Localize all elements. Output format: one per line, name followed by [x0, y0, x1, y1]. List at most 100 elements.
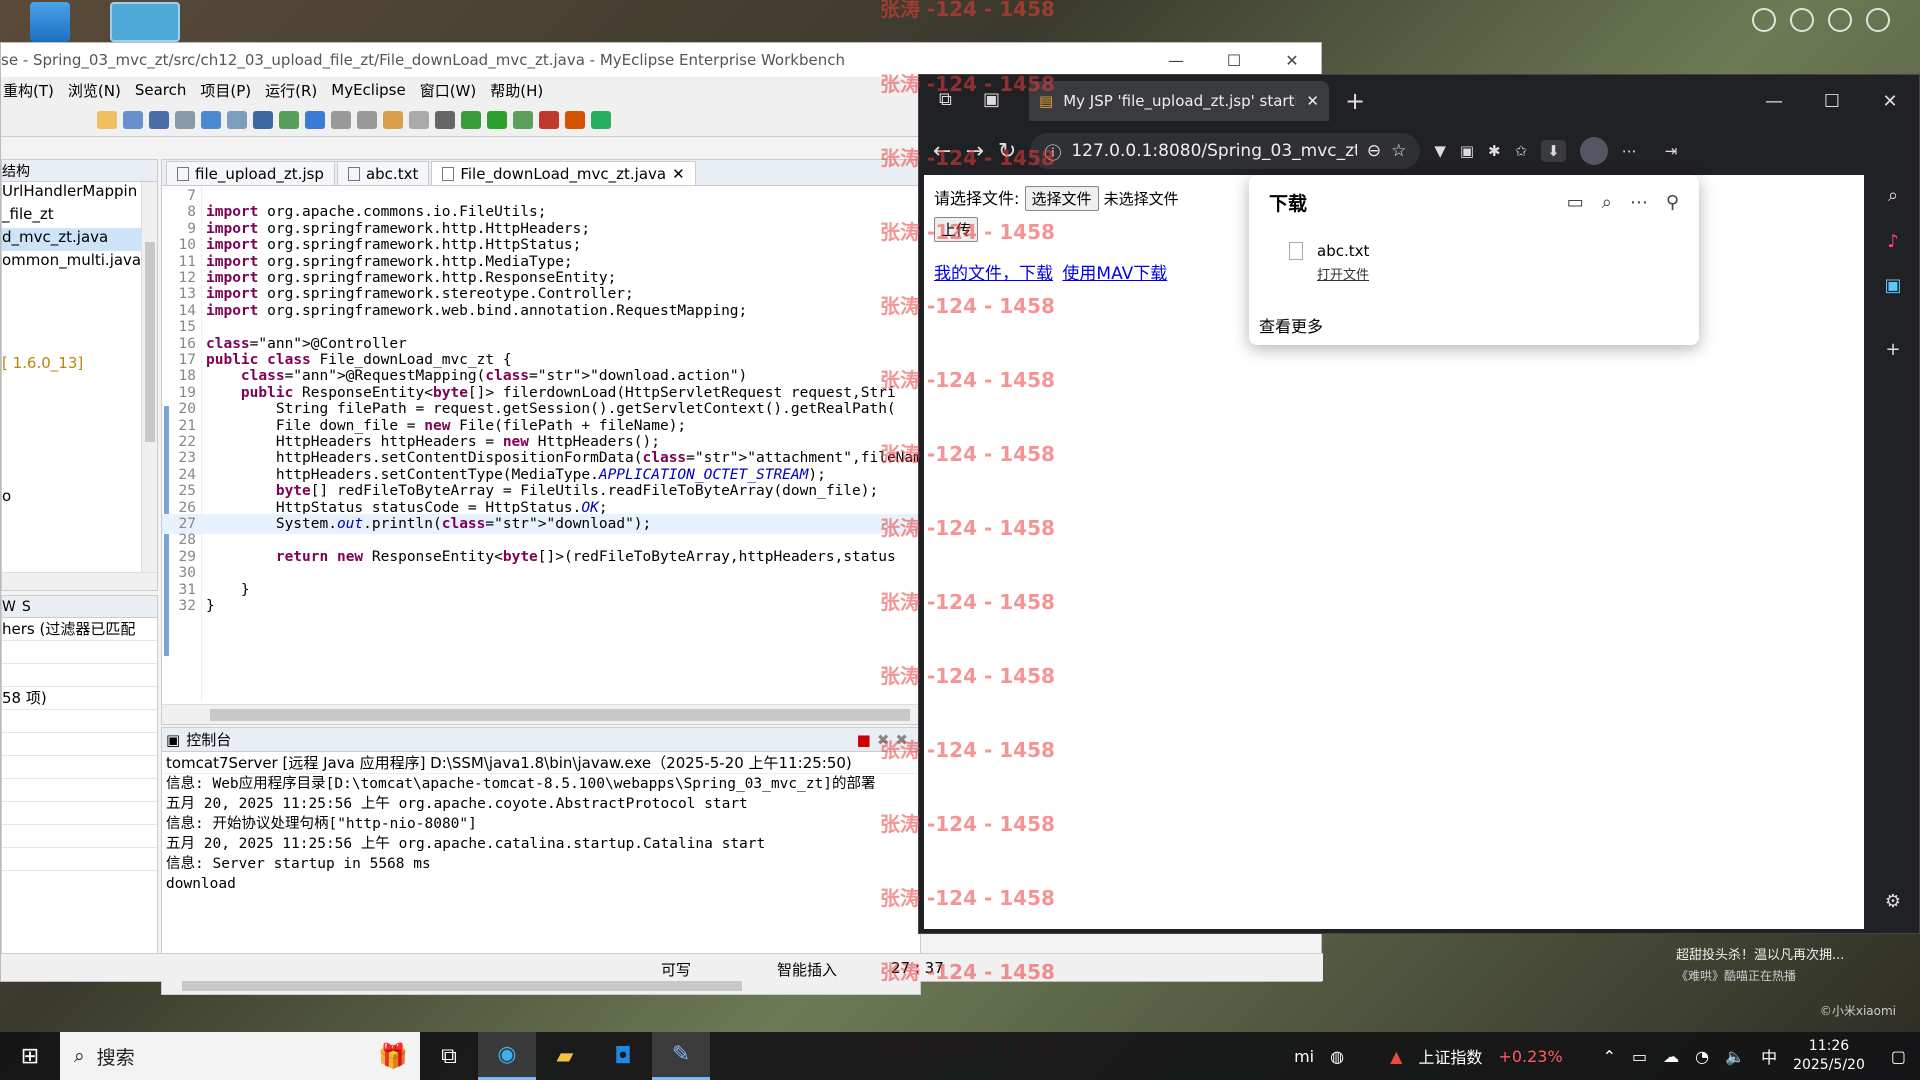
scroll-thumb[interactable] [210, 709, 910, 721]
remove-launch-icon[interactable]: ✖ [877, 731, 890, 749]
forward-icon[interactable]: → [965, 139, 983, 164]
run-config-icon[interactable] [513, 110, 533, 129]
horizontal-scrollbar[interactable] [2, 572, 157, 590]
menu-project[interactable]: 项目(P) [200, 80, 251, 101]
console-tab[interactable]: 控制台 [186, 729, 231, 750]
volume-icon[interactable]: 🔈 [1725, 1047, 1745, 1066]
refresh-icon[interactable] [409, 110, 429, 129]
new-tab-icon[interactable]: + [1345, 87, 1365, 115]
new-project-icon[interactable] [279, 110, 299, 129]
tab-file-upload-jsp[interactable]: file_upload_zt.jsp [166, 161, 335, 185]
tray-top-icon-3[interactable] [1828, 8, 1852, 32]
file-explorer-icon[interactable]: ▰ [536, 1032, 594, 1080]
list-item[interactable]: _file_zt [2, 205, 157, 228]
print-icon[interactable] [175, 110, 195, 129]
pin-icon[interactable]: ⚲ [1666, 192, 1679, 213]
choose-file-button[interactable]: 选择文件 [1024, 186, 1099, 211]
zoom-icon[interactable]: ⊖ [1367, 141, 1381, 161]
close-tab-icon[interactable]: ✕ [1306, 92, 1319, 110]
tray-top-icon-2[interactable] [1790, 8, 1814, 32]
scroll-thumb[interactable] [145, 242, 155, 442]
menu-search[interactable]: Search [135, 81, 187, 99]
list-item[interactable]: o [2, 487, 157, 510]
more-menu-icon[interactable]: ⋯ [1622, 142, 1637, 160]
editor-body[interactable]: 7 8 import org.apache.commons.io.FileUtils… [162, 186, 920, 702]
table-row[interactable] [2, 848, 157, 871]
table-row[interactable] [2, 664, 157, 687]
extension-icon[interactable]: ▣ [1460, 142, 1474, 160]
browser-tab[interactable]: ▤ My JSP 'file_upload_zt.jsp' starting ✕ [1029, 81, 1329, 121]
browser-icon[interactable] [305, 110, 325, 129]
menu-window[interactable]: 窗口(W) [420, 80, 477, 101]
notification-toast[interactable]: 超甜投头杀！温以凡再次拥... 《难哄》酷喵正在热播 ©小米xiaomi [1676, 944, 1896, 1019]
open-file-link[interactable]: 打开文件 [1317, 264, 1369, 283]
menu-myeclipse[interactable]: MyEclipse [331, 81, 405, 99]
sidebar-toggle-icon[interactable]: ⇥ [1665, 142, 1678, 160]
close-button[interactable]: ✕ [1263, 51, 1321, 70]
wifi-icon[interactable]: ◔ [1695, 1047, 1709, 1066]
address-bar[interactable]: ⓘ 127.0.0.1:8080/Spring_03_mvc_zt/file_u… [1030, 133, 1421, 169]
more-icon[interactable]: ⋯ [1630, 192, 1648, 213]
list-item-selected[interactable]: d_mvc_zt.java [2, 228, 157, 251]
tiktok-icon[interactable]: ♪ [1881, 231, 1905, 255]
table-row[interactable] [2, 779, 157, 802]
table-row[interactable] [2, 710, 157, 733]
list-item[interactable]: UrlHandlerMappin [2, 182, 157, 205]
terminate-icon[interactable]: ■ [857, 731, 871, 749]
minimize-button[interactable]: — [1147, 51, 1205, 70]
start-button[interactable]: ⊞ [0, 1044, 60, 1069]
table-row[interactable] [2, 733, 157, 756]
download-file-name[interactable]: abc.txt [1317, 242, 1369, 260]
deploy-icon[interactable] [201, 110, 221, 129]
bilibili-icon[interactable]: ▣ [1881, 275, 1905, 299]
save-icon[interactable] [123, 110, 143, 129]
close-tab-icon[interactable]: ✕ [672, 165, 685, 183]
ime-indicator[interactable]: 中 [1761, 1044, 1777, 1068]
tools-icon[interactable] [565, 110, 585, 129]
extensions-puzzle-icon[interactable]: ✱ [1488, 142, 1501, 160]
server-icon[interactable] [227, 110, 247, 129]
profile-avatar[interactable] [1579, 137, 1608, 165]
editor-hscrollbar[interactable] [162, 704, 920, 724]
task-view-icon[interactable]: ⧉ [420, 1032, 478, 1080]
chevron-up-icon[interactable]: ⌃ [1603, 1047, 1616, 1066]
upload-button[interactable]: 上传 [934, 217, 979, 242]
add-app-icon[interactable]: + [1881, 339, 1905, 363]
gift-icon[interactable]: 🎁 [378, 1042, 408, 1070]
maximize-button[interactable]: ☐ [1205, 51, 1263, 70]
outlook-icon[interactable]: ◘ [594, 1032, 652, 1080]
desktop-app-icon[interactable] [110, 2, 180, 42]
outline-tab[interactable]: 结构 [2, 161, 30, 181]
downloads-icon[interactable]: ⬇ [1541, 140, 1566, 162]
notification-center-icon[interactable]: ▢ [1891, 1047, 1906, 1066]
stock-chart-icon[interactable]: ▲ [1390, 1047, 1402, 1066]
edge-app-icon[interactable]: ◉ [478, 1032, 536, 1080]
favorites-icon[interactable]: ✩ [1515, 142, 1528, 160]
console-output[interactable]: 信息: Web应用程序目录[D:\tomcat\apache-tomcat-8.… [162, 774, 920, 894]
screen-icon[interactable] [435, 110, 455, 129]
minimize-button[interactable]: — [1745, 91, 1803, 112]
new-icon[interactable] [97, 110, 117, 129]
list-item[interactable]: ommon_multi.java [2, 251, 157, 274]
refresh-green-icon[interactable] [591, 110, 611, 129]
vertical-scrollbar[interactable] [141, 182, 157, 572]
menu-refactor[interactable]: 重构(T) [3, 80, 54, 101]
workspaces-icon[interactable]: ⧉ [939, 89, 952, 110]
close-button[interactable]: ✕ [1861, 91, 1919, 112]
mi-icon[interactable]: mi [1294, 1047, 1314, 1066]
stock-name[interactable]: 上证指数 [1418, 1044, 1482, 1068]
mav-download-link[interactable]: 使用MAV下载 [1062, 264, 1167, 284]
tray-top-icon-1[interactable] [1752, 8, 1776, 32]
code-line[interactable]: 32} [162, 596, 920, 616]
remove-all-icon[interactable]: ✖ [895, 731, 908, 749]
open-type-icon[interactable] [253, 110, 273, 129]
debug-icon[interactable] [461, 110, 481, 129]
see-more-link[interactable]: 查看更多 [1259, 313, 1679, 337]
table-row[interactable] [2, 756, 157, 779]
save-all-icon[interactable] [149, 110, 169, 129]
search-icon[interactable]: ⌕ [1602, 192, 1612, 213]
download-link[interactable]: 我的文件，下载 [934, 264, 1053, 284]
battery-icon[interactable]: ▭ [1632, 1047, 1647, 1066]
list-item[interactable]: [ 1.6.0_13] [2, 354, 157, 377]
back-icon[interactable] [331, 110, 351, 129]
